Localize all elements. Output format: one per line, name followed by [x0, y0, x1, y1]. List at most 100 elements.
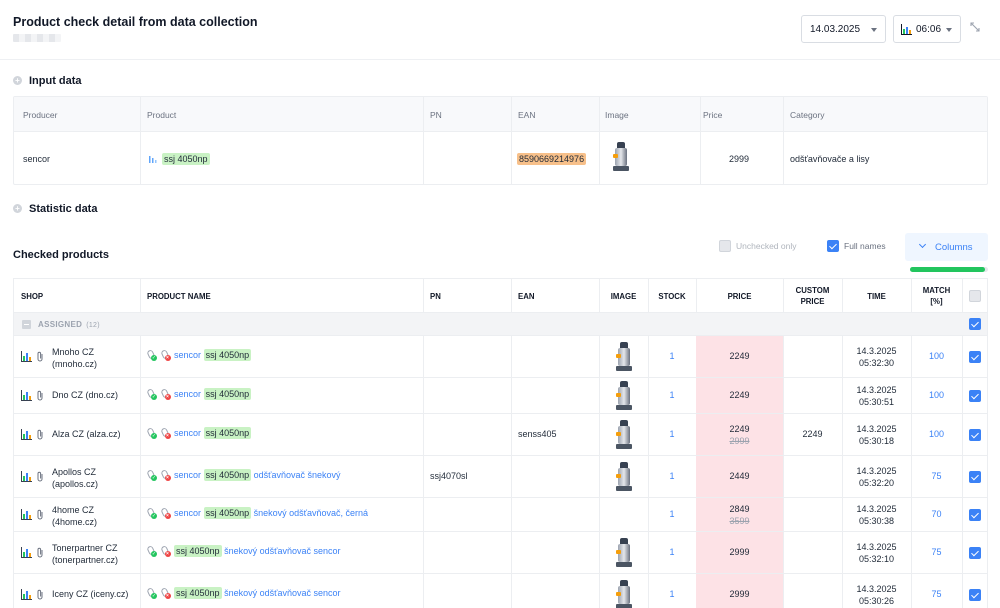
- product-image[interactable]: [614, 420, 634, 450]
- product-suffix-link[interactable]: šnekový odšťavňovač sencor: [224, 588, 340, 598]
- row-checkbox[interactable]: [969, 589, 981, 601]
- match-value[interactable]: 100: [911, 429, 962, 439]
- paperclip-icon[interactable]: [36, 509, 44, 520]
- match-ok-icon[interactable]: ✓: [146, 545, 157, 558]
- chevron-down-icon: [918, 240, 927, 249]
- group-checkbox[interactable]: [969, 318, 981, 330]
- input-data-toggle[interactable]: + Input data: [13, 75, 82, 87]
- product-suffix-link[interactable]: šnekový odšťavňovač sencor: [224, 546, 340, 556]
- chart-icon[interactable]: [21, 390, 32, 401]
- date-value: 14.3.2025: [856, 504, 897, 514]
- unchecked-only-option[interactable]: Unchecked only: [719, 240, 796, 252]
- paperclip-icon[interactable]: [36, 547, 44, 558]
- shop-name[interactable]: Dno CZ (dno.cz): [52, 390, 118, 400]
- columns-button[interactable]: Columns: [905, 233, 988, 261]
- full-names-checkbox[interactable]: [827, 240, 839, 252]
- group-assigned[interactable]: ASSIGNED (12): [14, 313, 987, 336]
- product-image[interactable]: [614, 462, 634, 492]
- page-header: Product check detail from data collectio…: [0, 0, 1000, 60]
- match-ok-icon[interactable]: ✓: [146, 427, 157, 440]
- stock-value[interactable]: 1: [648, 589, 696, 599]
- product-image[interactable]: [614, 538, 634, 568]
- paperclip-icon[interactable]: [36, 390, 44, 401]
- product-image[interactable]: [611, 142, 631, 172]
- row-checkbox[interactable]: [969, 509, 981, 521]
- full-names-option[interactable]: Full names: [827, 240, 886, 252]
- brand-link[interactable]: sencor: [174, 389, 201, 399]
- header-custom-price[interactable]: CUSTOM PRICE: [783, 285, 842, 307]
- match-ok-icon[interactable]: ✓: [146, 469, 157, 482]
- shop-name[interactable]: 4home CZ (4home.cz): [52, 504, 97, 528]
- header-pn[interactable]: PN: [430, 291, 441, 302]
- chart-icon[interactable]: [21, 589, 32, 600]
- product-suffix-link[interactable]: šnekový odšťavňovač, černá: [254, 508, 368, 518]
- header-price[interactable]: PRICE: [696, 291, 783, 302]
- shop-name[interactable]: Iceny CZ (iceny.cz): [52, 589, 128, 599]
- match-value[interactable]: 100: [911, 390, 962, 400]
- stock-value[interactable]: 1: [648, 471, 696, 481]
- match-ok-icon[interactable]: ✓: [146, 587, 157, 600]
- match-fail-icon[interactable]: ×: [159, 349, 171, 362]
- row-checkbox[interactable]: [969, 390, 981, 402]
- header-category: Category: [790, 110, 825, 120]
- stock-value[interactable]: 1: [648, 351, 696, 361]
- paperclip-icon[interactable]: [36, 429, 44, 440]
- stock-value[interactable]: 1: [648, 547, 696, 557]
- match-fail-icon[interactable]: ×: [159, 545, 171, 558]
- chart-icon[interactable]: [21, 351, 32, 362]
- match-value[interactable]: 75: [911, 547, 962, 557]
- row-checkbox[interactable]: [969, 471, 981, 483]
- row-checkbox[interactable]: [969, 429, 981, 441]
- shop-name[interactable]: Apollos CZ (apollos.cz): [52, 466, 98, 490]
- product-image[interactable]: [614, 580, 634, 608]
- brand-link[interactable]: sencor: [174, 428, 201, 438]
- match-ok-icon[interactable]: ✓: [146, 388, 157, 401]
- product-image[interactable]: [614, 381, 634, 411]
- shop-name[interactable]: Mnoho CZ (mnoho.cz): [52, 346, 97, 370]
- match-value[interactable]: 100: [911, 351, 962, 361]
- paperclip-icon[interactable]: [36, 589, 44, 600]
- paperclip-icon[interactable]: [36, 351, 44, 362]
- chart-icon[interactable]: [21, 547, 32, 558]
- match-ok-icon[interactable]: ✓: [146, 349, 157, 362]
- header-shop[interactable]: SHOP: [21, 291, 43, 302]
- header-time[interactable]: TIME: [842, 291, 911, 302]
- date-select[interactable]: 14.03.2025: [801, 15, 886, 43]
- unchecked-only-checkbox[interactable]: [719, 240, 731, 252]
- paperclip-icon[interactable]: [36, 471, 44, 482]
- custom-price-value: 2249: [802, 429, 823, 439]
- row-checkbox[interactable]: [969, 547, 981, 559]
- match-fail-icon[interactable]: ×: [159, 507, 171, 520]
- match-value[interactable]: 75: [911, 471, 962, 481]
- header-product-name[interactable]: PRODUCT NAME: [147, 291, 211, 302]
- stock-value[interactable]: 1: [648, 390, 696, 400]
- shop-name[interactable]: Alza CZ (alza.cz): [52, 429, 121, 439]
- collapse-icon[interactable]: [970, 22, 980, 32]
- match-fail-icon[interactable]: ×: [159, 469, 171, 482]
- product-suffix-link[interactable]: odšťavňovač šnekový: [254, 470, 341, 480]
- row-checkbox[interactable]: [969, 351, 981, 363]
- stock-value[interactable]: 1: [648, 429, 696, 439]
- time-select[interactable]: 06:06: [893, 15, 961, 43]
- header-match[interactable]: MATCH [%]: [911, 285, 962, 307]
- statistic-data-toggle[interactable]: + Statistic data: [13, 203, 97, 215]
- chart-icon[interactable]: [21, 509, 32, 520]
- header-stock[interactable]: STOCK: [648, 291, 696, 302]
- match-fail-icon[interactable]: ×: [159, 587, 171, 600]
- product-image[interactable]: [614, 342, 634, 372]
- match-ok-icon[interactable]: ✓: [146, 507, 157, 520]
- brand-link[interactable]: sencor: [174, 350, 201, 360]
- select-all-checkbox[interactable]: [969, 290, 981, 302]
- brand-link[interactable]: sencor: [174, 470, 201, 480]
- stock-value[interactable]: 1: [648, 509, 696, 519]
- chart-icon[interactable]: [21, 429, 32, 440]
- match-value[interactable]: 75: [911, 589, 962, 599]
- minus-icon[interactable]: [22, 320, 31, 329]
- shop-name[interactable]: Tonerpartner CZ (tonerpartner.cz): [52, 542, 118, 566]
- brand-link[interactable]: sencor: [174, 508, 201, 518]
- match-fail-icon[interactable]: ×: [159, 427, 171, 440]
- chart-icon[interactable]: [21, 471, 32, 482]
- header-ean[interactable]: EAN: [518, 291, 534, 302]
- match-fail-icon[interactable]: ×: [159, 388, 171, 401]
- match-value[interactable]: 70: [911, 509, 962, 519]
